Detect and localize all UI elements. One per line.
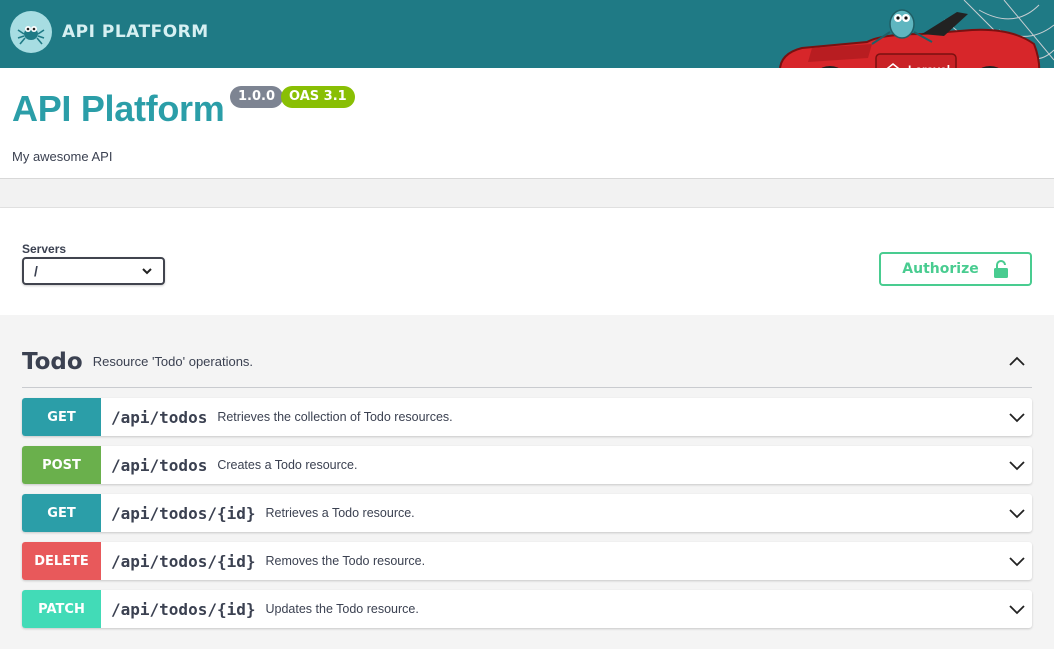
servers-label: Servers bbox=[22, 242, 67, 256]
spider-logo-icon bbox=[10, 11, 52, 53]
chevron-down-icon[interactable] bbox=[1008, 456, 1026, 474]
operation-summary: Creates a Todo resource. bbox=[217, 458, 358, 472]
tag-section-header[interactable]: Todo Resource 'Todo' operations. bbox=[22, 336, 1032, 388]
brand-link[interactable]: API PLATFORM bbox=[10, 11, 209, 53]
authorize-button[interactable]: Authorize bbox=[879, 252, 1032, 286]
operation-path: /api/todos/{id} bbox=[111, 599, 256, 619]
chevron-down-icon[interactable] bbox=[1008, 552, 1026, 570]
tag-name: Todo bbox=[22, 348, 83, 375]
operation-post-todos[interactable]: POST /api/todos Creates a Todo resource. bbox=[22, 446, 1032, 484]
method-badge: PATCH bbox=[22, 590, 101, 628]
method-badge: POST bbox=[22, 446, 101, 484]
operation-path: /api/todos bbox=[111, 455, 208, 475]
operation-get-todo-by-id[interactable]: GET /api/todos/{id} Retrieves a Todo res… bbox=[22, 494, 1032, 532]
operation-delete-todo[interactable]: DELETE /api/todos/{id} Removes the Todo … bbox=[22, 542, 1032, 580]
operation-patch-todo[interactable]: PATCH /api/todos/{id} Updates the Todo r… bbox=[22, 590, 1032, 628]
chevron-down-icon[interactable] bbox=[1008, 408, 1026, 426]
authorize-label: Authorize bbox=[902, 261, 979, 277]
operation-summary: Removes the Todo resource. bbox=[265, 554, 426, 568]
method-badge: GET bbox=[22, 398, 101, 436]
operation-path: /api/todos bbox=[111, 407, 208, 427]
operation-summary: Retrieves a Todo resource. bbox=[265, 506, 415, 520]
version-badge: 1.0.0 bbox=[230, 86, 284, 108]
servers-selected-value: / bbox=[34, 263, 38, 279]
section-divider bbox=[0, 178, 1054, 208]
chevron-down-icon[interactable] bbox=[1008, 504, 1026, 522]
operation-get-todos[interactable]: GET /api/todos Retrieves the collection … bbox=[22, 398, 1032, 436]
chevron-down-icon[interactable] bbox=[1008, 600, 1026, 618]
operation-path: /api/todos/{id} bbox=[111, 503, 256, 523]
unlock-icon bbox=[993, 260, 1008, 278]
servers-select[interactable]: / bbox=[22, 257, 165, 285]
oas-badge: OAS 3.1 bbox=[281, 86, 355, 108]
operation-summary: Retrieves the collection of Todo resourc… bbox=[217, 410, 453, 424]
chevron-up-icon[interactable] bbox=[1008, 352, 1026, 370]
api-description: My awesome API bbox=[12, 149, 113, 164]
method-badge: GET bbox=[22, 494, 101, 532]
operation-summary: Updates the Todo resource. bbox=[265, 602, 419, 616]
page-title: API Platform bbox=[12, 88, 225, 129]
operation-path: /api/todos/{id} bbox=[111, 551, 256, 571]
chevron-down-icon bbox=[142, 268, 152, 275]
method-badge: DELETE bbox=[22, 542, 101, 580]
tag-description: Resource 'Todo' operations. bbox=[92, 354, 254, 369]
brand-name: API PLATFORM bbox=[62, 22, 209, 42]
